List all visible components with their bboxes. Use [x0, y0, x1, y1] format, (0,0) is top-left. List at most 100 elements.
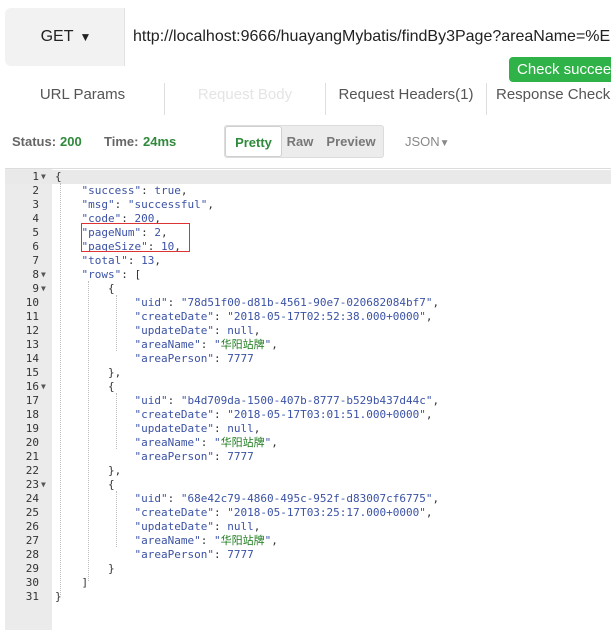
tab-request-body[interactable]: Request Body [165, 77, 325, 115]
tab-request-headers[interactable]: Request Headers(1) [326, 77, 486, 115]
line-number: 3 [32, 198, 39, 211]
line-number: 31 [25, 590, 39, 603]
line-number: 23 [25, 478, 39, 491]
code-line: 17 "uid": "b4d709da-1500-407b-8777-b529b… [5, 394, 611, 408]
indent-guide [116, 491, 117, 547]
format-label: JSON [405, 134, 440, 149]
code-text: } [55, 562, 115, 575]
code-text: { [55, 380, 115, 393]
code-text: "updateDate": null, [134, 324, 261, 337]
line-number: 16 [25, 380, 39, 393]
code-text: "total": 13, [81, 254, 161, 267]
indent-guide [116, 393, 117, 449]
line-number: 8 [32, 268, 39, 281]
code-line: 2 "success": true, [5, 184, 611, 198]
code-line: 29 } [5, 562, 611, 576]
code-text: "updateDate": null, [134, 422, 261, 435]
code-text: "updateDate": null, [134, 520, 261, 533]
code-line: 23 ▼ { [5, 478, 611, 492]
line-number: 4 [32, 212, 39, 225]
code-line: 30 ] [5, 576, 611, 590]
method-label: GET [40, 28, 74, 45]
code-text: { [55, 478, 115, 491]
line-number: 12 [25, 324, 39, 337]
chevron-down-icon: ▼ [439, 138, 450, 149]
line-number: 2 [32, 184, 39, 197]
code-text: "areaPerson": 7777 [134, 548, 254, 561]
fold-arrow-icon[interactable]: ▼ [41, 282, 46, 296]
line-number: 21 [25, 450, 39, 463]
code-text: "rows": [ [81, 268, 142, 281]
code-line: 1 ▼ { [5, 170, 611, 184]
line-number: 10 [25, 296, 39, 309]
line-number: 5 [32, 226, 39, 239]
line-number: 13 [25, 338, 39, 351]
code-line: 22 }, [5, 464, 611, 478]
code-line: 21 "areaPerson": 7777 [5, 450, 611, 464]
time-value: 24ms [143, 134, 177, 149]
line-number: 11 [25, 310, 39, 323]
line-number: 20 [25, 436, 39, 449]
code-text: { [55, 170, 62, 183]
status-label: Status: [12, 134, 57, 149]
code-line: 9 ▼ { [5, 282, 611, 296]
tab-divider [486, 83, 487, 115]
code-line: 7 "total": 13, [5, 254, 611, 268]
line-number: 26 [25, 520, 39, 533]
line-number: 25 [25, 506, 39, 519]
line-number: 14 [25, 352, 39, 365]
line-number: 15 [25, 366, 39, 379]
line-number: 29 [25, 562, 39, 575]
code-line: 3 "msg": "successful", [5, 198, 611, 212]
format-dropdown[interactable]: JSON▼ [405, 134, 450, 149]
tab-response-check[interactable]: Response Check [496, 77, 611, 115]
fold-arrow-icon[interactable]: ▼ [41, 478, 46, 492]
check-label: Check succeed [517, 61, 611, 78]
code-line: 14 "areaPerson": 7777 [5, 352, 611, 366]
view-raw-button[interactable]: Raw [282, 126, 318, 157]
fold-arrow-icon[interactable]: ▼ [41, 380, 46, 394]
code-line: 24 "uid": "68e42c79-4860-495c-952f-d8300… [5, 492, 611, 506]
code-line: 13 "areaName": "华阳站牌", [5, 338, 611, 352]
status-value: 200 [60, 134, 82, 149]
code-text: "uid": "b4d709da-1500-407b-8777-b529b437… [134, 394, 440, 407]
line-number: 17 [25, 394, 39, 407]
code-line: 20 "areaName": "华阳站牌", [5, 436, 611, 450]
line-number: 24 [25, 492, 39, 505]
time-label: Time: [104, 134, 139, 149]
request-tabs: URL Params Request Body Request Headers(… [0, 77, 611, 115]
code-line: 15 }, [5, 366, 611, 380]
line-number: 30 [25, 576, 39, 589]
fold-arrow-icon[interactable]: ▼ [41, 268, 46, 282]
method-dropdown[interactable]: GET ▼ [10, 8, 122, 66]
chevron-down-icon: ▼ [79, 30, 92, 44]
code-text: "uid": "78d51f00-d81b-4561-90e7-02068208… [134, 296, 440, 309]
line-number: 19 [25, 422, 39, 435]
code-line: 19 "updateDate": null, [5, 422, 611, 436]
view-pretty-button[interactable]: Pretty [225, 126, 282, 157]
fold-arrow-icon[interactable]: ▼ [41, 170, 46, 184]
code-text: "uid": "68e42c79-4860-495c-952f-d83007cf… [134, 492, 440, 505]
tab-url-params[interactable]: URL Params [0, 77, 165, 115]
code-line: 10 "uid": "78d51f00-d81b-4561-90e7-02068… [5, 296, 611, 310]
code-text: "createDate": "2018-05-17T03:25:17.000+0… [134, 506, 433, 519]
line-number: 7 [32, 254, 39, 267]
view-preview-button[interactable]: Preview [320, 126, 382, 157]
code-line: 28 "areaPerson": 7777 [5, 548, 611, 562]
line-number: 22 [25, 464, 39, 477]
code-text: "areaPerson": 7777 [134, 352, 254, 365]
code-line: 25 "createDate": "2018-05-17T03:25:17.00… [5, 506, 611, 520]
line-number: 18 [25, 408, 39, 421]
view-mode-group: Pretty Raw Preview [224, 125, 384, 158]
code-text: "areaPerson": 7777 [134, 450, 254, 463]
code-text: "createDate": "2018-05-17T03:01:51.000+0… [134, 408, 433, 421]
code-text: "createDate": "2018-05-17T02:52:38.000+0… [134, 310, 433, 323]
code-line: 26 "updateDate": null, [5, 520, 611, 534]
line-number: 28 [25, 548, 39, 561]
code-text: "success": true, [81, 184, 188, 197]
line-number: 9 [32, 282, 39, 295]
code-text: "msg": "successful", [81, 198, 214, 211]
code-line: 27 "areaName": "华阳站牌", [5, 534, 611, 548]
code-line: 16 ▼ { [5, 380, 611, 394]
indent-guide [88, 281, 89, 581]
